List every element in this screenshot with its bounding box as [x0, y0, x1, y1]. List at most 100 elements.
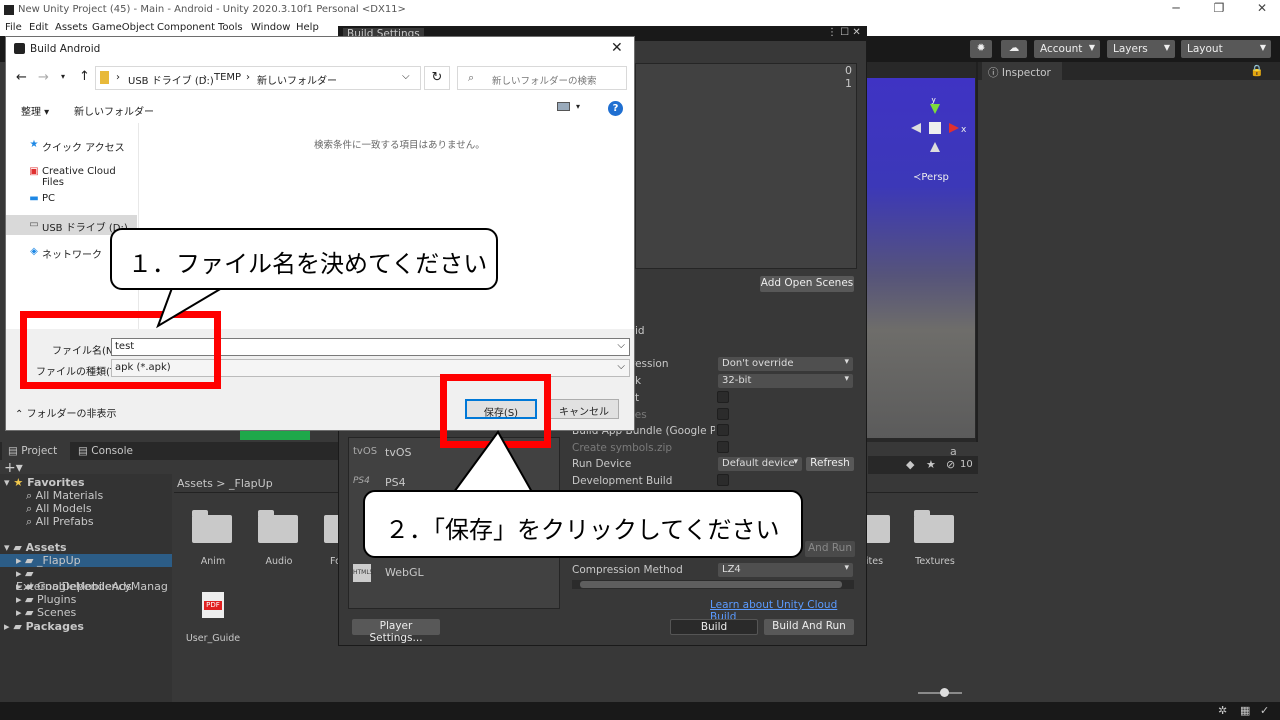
- persp-label[interactable]: ≺Persp: [913, 172, 949, 183]
- favorite-item[interactable]: ⌕ All Materials: [26, 489, 103, 503]
- favorite-item[interactable]: ⌕ All Prefabs: [26, 515, 94, 529]
- nav-quick-access[interactable]: ★ クイック アクセス: [6, 135, 137, 155]
- tree-item[interactable]: ▸ ▰ Scenes: [16, 606, 76, 619]
- refresh-button[interactable]: Refresh: [806, 457, 854, 471]
- new-folder-button[interactable]: 新しいフォルダー: [74, 103, 154, 118]
- close-icon[interactable]: ✕: [1244, 1, 1280, 15]
- address-bar[interactable]: › USB ドライブ (D:) › TEMP › 新しいフォルダー ⌵: [95, 66, 421, 90]
- platform-ps4[interactable]: PS4: [385, 476, 406, 489]
- collab-icon[interactable]: ✹: [970, 40, 992, 58]
- folder-icon[interactable]: [324, 510, 338, 544]
- organize-button[interactable]: 整理 ▾: [21, 103, 49, 118]
- packages-header[interactable]: ▸ ▰ Packages: [4, 620, 84, 633]
- breadcrumb-drive[interactable]: USB ドライブ (D:): [128, 72, 214, 87]
- platform-webgl[interactable]: WebGL: [385, 566, 424, 579]
- development-build-checkbox[interactable]: [717, 474, 729, 486]
- run-device-dropdown[interactable]: Default device: [718, 457, 802, 471]
- chevron-down-icon[interactable]: ⌵: [402, 71, 410, 82]
- tab-project[interactable]: ▤ Project: [2, 442, 70, 460]
- chevron-down-icon[interactable]: ⌵: [617, 340, 625, 351]
- refresh-icon[interactable]: ↻: [424, 66, 450, 90]
- favorites-header[interactable]: ▾ ★ Favorites: [4, 476, 85, 489]
- tree-item[interactable]: ▸ ▰ Plugins: [16, 593, 76, 606]
- horizontal-scrollbar[interactable]: [572, 580, 854, 589]
- menu-file[interactable]: File: [5, 22, 22, 33]
- run-device-label: Run Device: [572, 458, 632, 470]
- lock-icon[interactable]: a: [950, 445, 957, 458]
- breadcrumb-new-folder[interactable]: 新しいフォルダー: [257, 72, 337, 87]
- back-arrow-icon[interactable]: ←: [16, 70, 27, 85]
- maximize-icon[interactable]: ❐: [1201, 1, 1237, 15]
- minimize-icon[interactable]: ─: [1158, 1, 1194, 15]
- tab-inspector[interactable]: ⓘ Inspector: [982, 62, 1062, 80]
- hide-folders-toggle[interactable]: ⌃ フォルダーの非表示: [15, 405, 117, 420]
- icon-size-slider[interactable]: [918, 688, 962, 697]
- create-symbols-checkbox[interactable]: [717, 441, 729, 453]
- search-input[interactable]: ⌕ 新しいフォルダーの検索: [457, 66, 627, 90]
- star-icon: ★: [29, 139, 39, 150]
- breadcrumb-flapup[interactable]: _FlapUp: [229, 477, 273, 490]
- layout-dropdown[interactable]: Layout ▼: [1181, 40, 1271, 58]
- cancel-button[interactable]: キャンセル: [549, 399, 619, 419]
- platform-tvos[interactable]: tvOS: [385, 446, 411, 459]
- tree-item[interactable]: ▸ ▰ GoogleMobileAds: [16, 580, 132, 593]
- recent-locations-icon[interactable]: ▾: [61, 72, 65, 81]
- favorite-item[interactable]: ⌕ All Models: [26, 502, 92, 516]
- lock-icon[interactable]: 🔒: [1250, 64, 1264, 77]
- scene-view[interactable]: y x ≺Persp: [861, 78, 975, 438]
- menu-window[interactable]: Window: [251, 22, 290, 33]
- scenes-in-build-list[interactable]: 0 1: [635, 63, 857, 269]
- build-button[interactable]: Build: [670, 619, 758, 635]
- menu-gameobject[interactable]: GameObject: [92, 22, 154, 33]
- assets-header[interactable]: ▾ ▰ Assets: [4, 541, 67, 554]
- up-arrow-icon[interactable]: ↑: [79, 69, 90, 84]
- tab-console[interactable]: ▤ Console: [72, 442, 142, 460]
- breadcrumb-temp[interactable]: TEMP: [214, 72, 241, 83]
- checkbox[interactable]: [717, 408, 729, 420]
- debug-icon[interactable]: ✲: [1218, 704, 1227, 717]
- compression-method-dropdown[interactable]: LZ4: [718, 563, 853, 577]
- view-options-icon[interactable]: [557, 102, 570, 111]
- chevron-down-icon[interactable]: ▾: [576, 102, 580, 111]
- patch-and-run-button[interactable]: And Run: [805, 541, 855, 557]
- slider-thumb[interactable]: [940, 688, 949, 697]
- checkbox[interactable]: [717, 391, 729, 403]
- layers-dropdown[interactable]: Layers ▼: [1107, 40, 1175, 58]
- chevron-down-icon[interactable]: ⌵: [617, 361, 625, 372]
- tag-icon[interactable]: ◆: [906, 458, 914, 471]
- menu-tools[interactable]: Tools: [218, 22, 243, 33]
- menu-component[interactable]: Component: [157, 22, 215, 33]
- cloud-icon[interactable]: ☁: [1001, 40, 1027, 58]
- build-and-run-button[interactable]: Build And Run: [764, 619, 854, 635]
- breadcrumb-assets[interactable]: Assets: [177, 477, 213, 490]
- folder-icon[interactable]: [914, 510, 956, 544]
- texture-compression-dropdown[interactable]: Don't override: [718, 357, 853, 371]
- menu-assets[interactable]: Assets: [55, 22, 88, 33]
- more-icon[interactable]: ⋮ ☐ ✕: [827, 27, 861, 38]
- tree-item-flapup[interactable]: ▸ ▰ _FlapUp: [16, 554, 81, 567]
- close-icon[interactable]: ✕: [611, 40, 623, 56]
- status-check-icon[interactable]: ✓: [1260, 704, 1269, 717]
- layers-label: Layers: [1113, 43, 1148, 55]
- menu-edit[interactable]: Edit: [29, 22, 48, 33]
- star-filter-icon[interactable]: ★: [926, 458, 936, 471]
- help-icon[interactable]: ?: [608, 101, 623, 116]
- build-app-bundle-checkbox[interactable]: [717, 424, 729, 436]
- folder-icon[interactable]: [192, 510, 234, 544]
- eye-icon[interactable]: ⊘: [946, 458, 955, 471]
- folder-icon[interactable]: [864, 510, 890, 544]
- step-2-text: ２．「保存」をクリックしてください: [385, 516, 780, 544]
- pdf-file-icon[interactable]: PDF: [202, 592, 224, 618]
- architecture-dropdown[interactable]: 32-bit: [718, 374, 853, 388]
- menu-help[interactable]: Help: [296, 22, 319, 33]
- nav-pc[interactable]: ▬ PC: [6, 189, 137, 209]
- nav-creative-cloud[interactable]: ▣ Creative Cloud Files: [6, 162, 137, 188]
- forward-arrow-icon[interactable]: →: [38, 70, 49, 85]
- account-dropdown[interactable]: Account ▼: [1034, 40, 1100, 58]
- folder-icon[interactable]: [258, 510, 300, 544]
- scrollbar-thumb[interactable]: [580, 581, 842, 588]
- player-settings-button[interactable]: Player Settings...: [352, 619, 440, 644]
- scene-gizmo-icon[interactable]: y x: [903, 98, 975, 168]
- progress-icon[interactable]: ▦: [1240, 704, 1250, 717]
- add-open-scenes-button[interactable]: Add Open Scenes: [760, 276, 854, 292]
